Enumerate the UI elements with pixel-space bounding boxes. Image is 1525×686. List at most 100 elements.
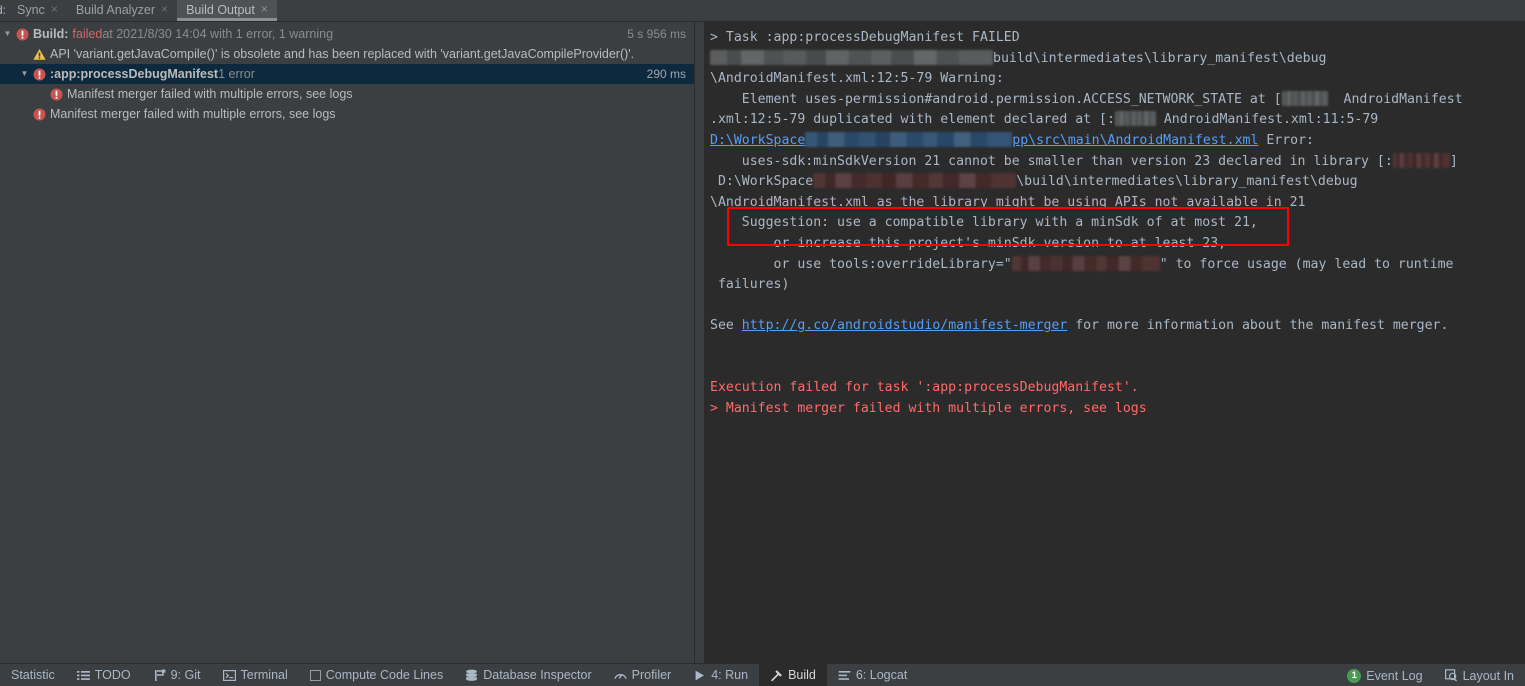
console-line-execution-failed-line: Execution failed for task ':app:processD… [710,378,1525,399]
hammer-icon [770,669,783,682]
console-link[interactable]: D:\WorkSpace [710,133,805,148]
expand-arrow-icon[interactable]: ▼ [0,30,15,38]
console-text: ] [1449,153,1458,169]
tree-row-duration: 290 ms [646,67,686,81]
console-text: Suggestion: use a compatible library wit… [710,215,1258,231]
tree-row-status: failed [72,26,103,41]
console-line-element-duplicated-line-1: Element uses-permission#android.permissi… [710,90,1525,111]
tree-row-detail: 1 error [218,66,255,81]
build-console-output[interactable]: > Task :app:processDebugManifest FAILED b… [704,22,1525,663]
tree-row-manifest-merger-error-root[interactable]: Manifest merger failed with multiple err… [0,104,694,124]
status-bar-item-event-log[interactable]: 1 Event Log [1336,664,1433,686]
console-text: > Task :app:processDebugManifest FAILED [710,30,1020,45]
status-bar-item-run[interactable]: 4: Run [682,664,759,686]
redacted-block [813,173,1017,189]
tab-build-output[interactable]: Build Output × [177,0,277,21]
tree-row-manifest-merger-error-child[interactable]: Manifest merger failed with multiple err… [0,84,694,104]
status-bar-item-terminal[interactable]: Terminal [212,664,299,686]
console-text: \build\intermediates\library_manifest\de… [1016,174,1358,190]
status-bar-right-group: 1 Event Log Layout In [1336,664,1525,686]
console-text: See [710,318,742,334]
console-text: or use tools:overrideLibrary=" [710,256,1012,272]
branch-icon [153,669,166,682]
console-line-suggestion-line-3: or use tools:overrideLibrary=" " to force… [710,255,1525,276]
status-bar-item-label: Statistic [11,668,55,682]
status-bar-item-label: 4: Run [711,668,749,682]
tree-row-duration: 5 s 956 ms [627,27,686,41]
console-text: for more information about the manifest … [1067,318,1449,334]
error-icon [32,67,46,81]
console-line-apis-not-available-line: \AndroidManifest.xml as the library migh… [710,193,1525,214]
close-icon[interactable]: × [51,3,58,15]
play-icon [693,669,706,682]
console-left-gutter [695,22,704,663]
build-events-tree[interactable]: ▼ Build: failed at 2021/8/30 14:04 with 1 … [0,22,694,663]
console-text: \AndroidManifest.xml as the library migh… [710,194,1306,210]
database-icon [465,669,478,682]
terminal-icon [222,669,236,682]
layout-inspector-icon [1444,669,1458,682]
tree-row-warning-obsolete-api[interactable]: API 'variant.getJavaCompile()' is obsole… [0,44,694,64]
tree-row-title: :app:processDebugManifest [50,66,219,81]
console-text: Execution failed for task ':app:processD… [710,380,1139,396]
redacted-block [1281,90,1328,106]
status-bar-item-database-inspector[interactable]: Database Inspector [454,664,602,686]
console-line-library-path-line: D:\WorkSpace \build\intermediates\library… [710,172,1525,193]
console-text: Element uses-permission#android.permissi… [710,91,1282,107]
status-bar-item-compute-code-lines[interactable]: Compute Code Lines [299,664,454,686]
build-output-body: ▼ Build: failed at 2021/8/30 14:04 with 1 … [0,22,1525,663]
status-bar-item-label: Event Log [1366,668,1423,683]
console-text: Error: [1258,132,1314,148]
status-bar-item-todo[interactable]: TODO [66,664,142,686]
status-bar-item-label: Compute Code Lines [325,668,444,682]
warning-icon [32,47,46,61]
console-line-suggestion-line-1: Suggestion: use a compatible library wit… [710,213,1525,234]
status-bar-item-profiler[interactable]: Profiler [603,664,683,686]
tree-row-detail: API 'variant.getJavaCompile()' is obsole… [50,46,635,61]
tree-row-detail: Manifest merger failed with multiple err… [67,86,353,101]
status-bar-item-git[interactable]: 9: Git [142,664,212,686]
console-line-blank-3 [710,358,1525,379]
event-log-badge: 1 [1347,668,1362,683]
console-text: " to force usage (may lead to runtime [1159,256,1454,272]
console-line-redacted-path-1: build\intermediates\library_manifest\deb… [710,49,1525,70]
console-text: AndroidManifest.xml:11:5-79 [1155,112,1379,128]
error-icon [32,107,46,121]
close-icon[interactable]: × [261,3,268,15]
console-link[interactable]: pp\src\main\AndroidManifest.xml [1012,133,1258,148]
console-line-see-more-info-line: See http://g.co/androidstudio/manifest-m… [710,316,1525,337]
status-bar-item-label: Database Inspector [483,668,592,682]
console-link[interactable]: http://g.co/androidstudio/manifest-merge… [742,318,1068,333]
tab-build-analyzer[interactable]: Build Analyzer × [67,0,177,21]
status-bar-item-layout-inspector[interactable]: Layout In [1434,664,1525,686]
status-bar-item-label: 9: Git [170,668,201,682]
tab-label: Build Output [186,2,255,17]
build-tool-window-tabbar: d: Sync × Build Analyzer × Build Output × [0,0,1525,22]
close-icon[interactable]: × [161,3,168,15]
console-line-failures-line: failures) [710,275,1525,296]
status-bar-item-statistic[interactable]: Statistic [0,664,66,686]
tree-row-task-process-debug-manifest[interactable]: ▼ :app:processDebugManifest 1 error 290 ms [0,64,694,84]
android-studio-build-output-window: d: Sync × Build Analyzer × Build Output × ▼ Bu… [0,0,1525,686]
console-line-task-header: > Task :app:processDebugManifest FAILED [710,28,1525,49]
console-text: failures) [710,277,790,293]
expand-arrow-icon[interactable]: ▼ [17,70,32,78]
status-bar-item-build[interactable]: Build [759,663,827,686]
status-bar-item-label: Terminal [240,668,288,682]
status-bar-item-label: Build [788,668,816,682]
error-icon [15,27,29,41]
console-text: build\intermediates\library_manifest\deb… [993,50,1327,66]
status-bar: Statistic TODO 9: Git Terminal Compute Code … [0,663,1525,686]
console-line-suggestion-line-2: or increase this project's minSdk versio… [710,234,1525,255]
tree-row-build-root[interactable]: ▼ Build: failed at 2021/8/30 14:04 with 1 … [0,24,694,44]
console-line-manifest-warning-line: \AndroidManifest.xml:12:5-79 Warning: [710,69,1525,90]
console-line-manifest-merger-failed-line: > Manifest merger failed with multiple e… [710,399,1525,420]
redacted-block [710,49,993,65]
status-bar-item-logcat[interactable]: 6: Logcat [827,664,918,686]
tab-sync[interactable]: Sync × [8,0,67,21]
checkbox-icon[interactable] [309,669,321,681]
console-text: .xml:12:5-79 duplicated with element dec… [710,112,1115,128]
console-line-minsdk-error-line: uses-sdk:minSdkVersion 21 cannot be smal… [710,152,1525,173]
